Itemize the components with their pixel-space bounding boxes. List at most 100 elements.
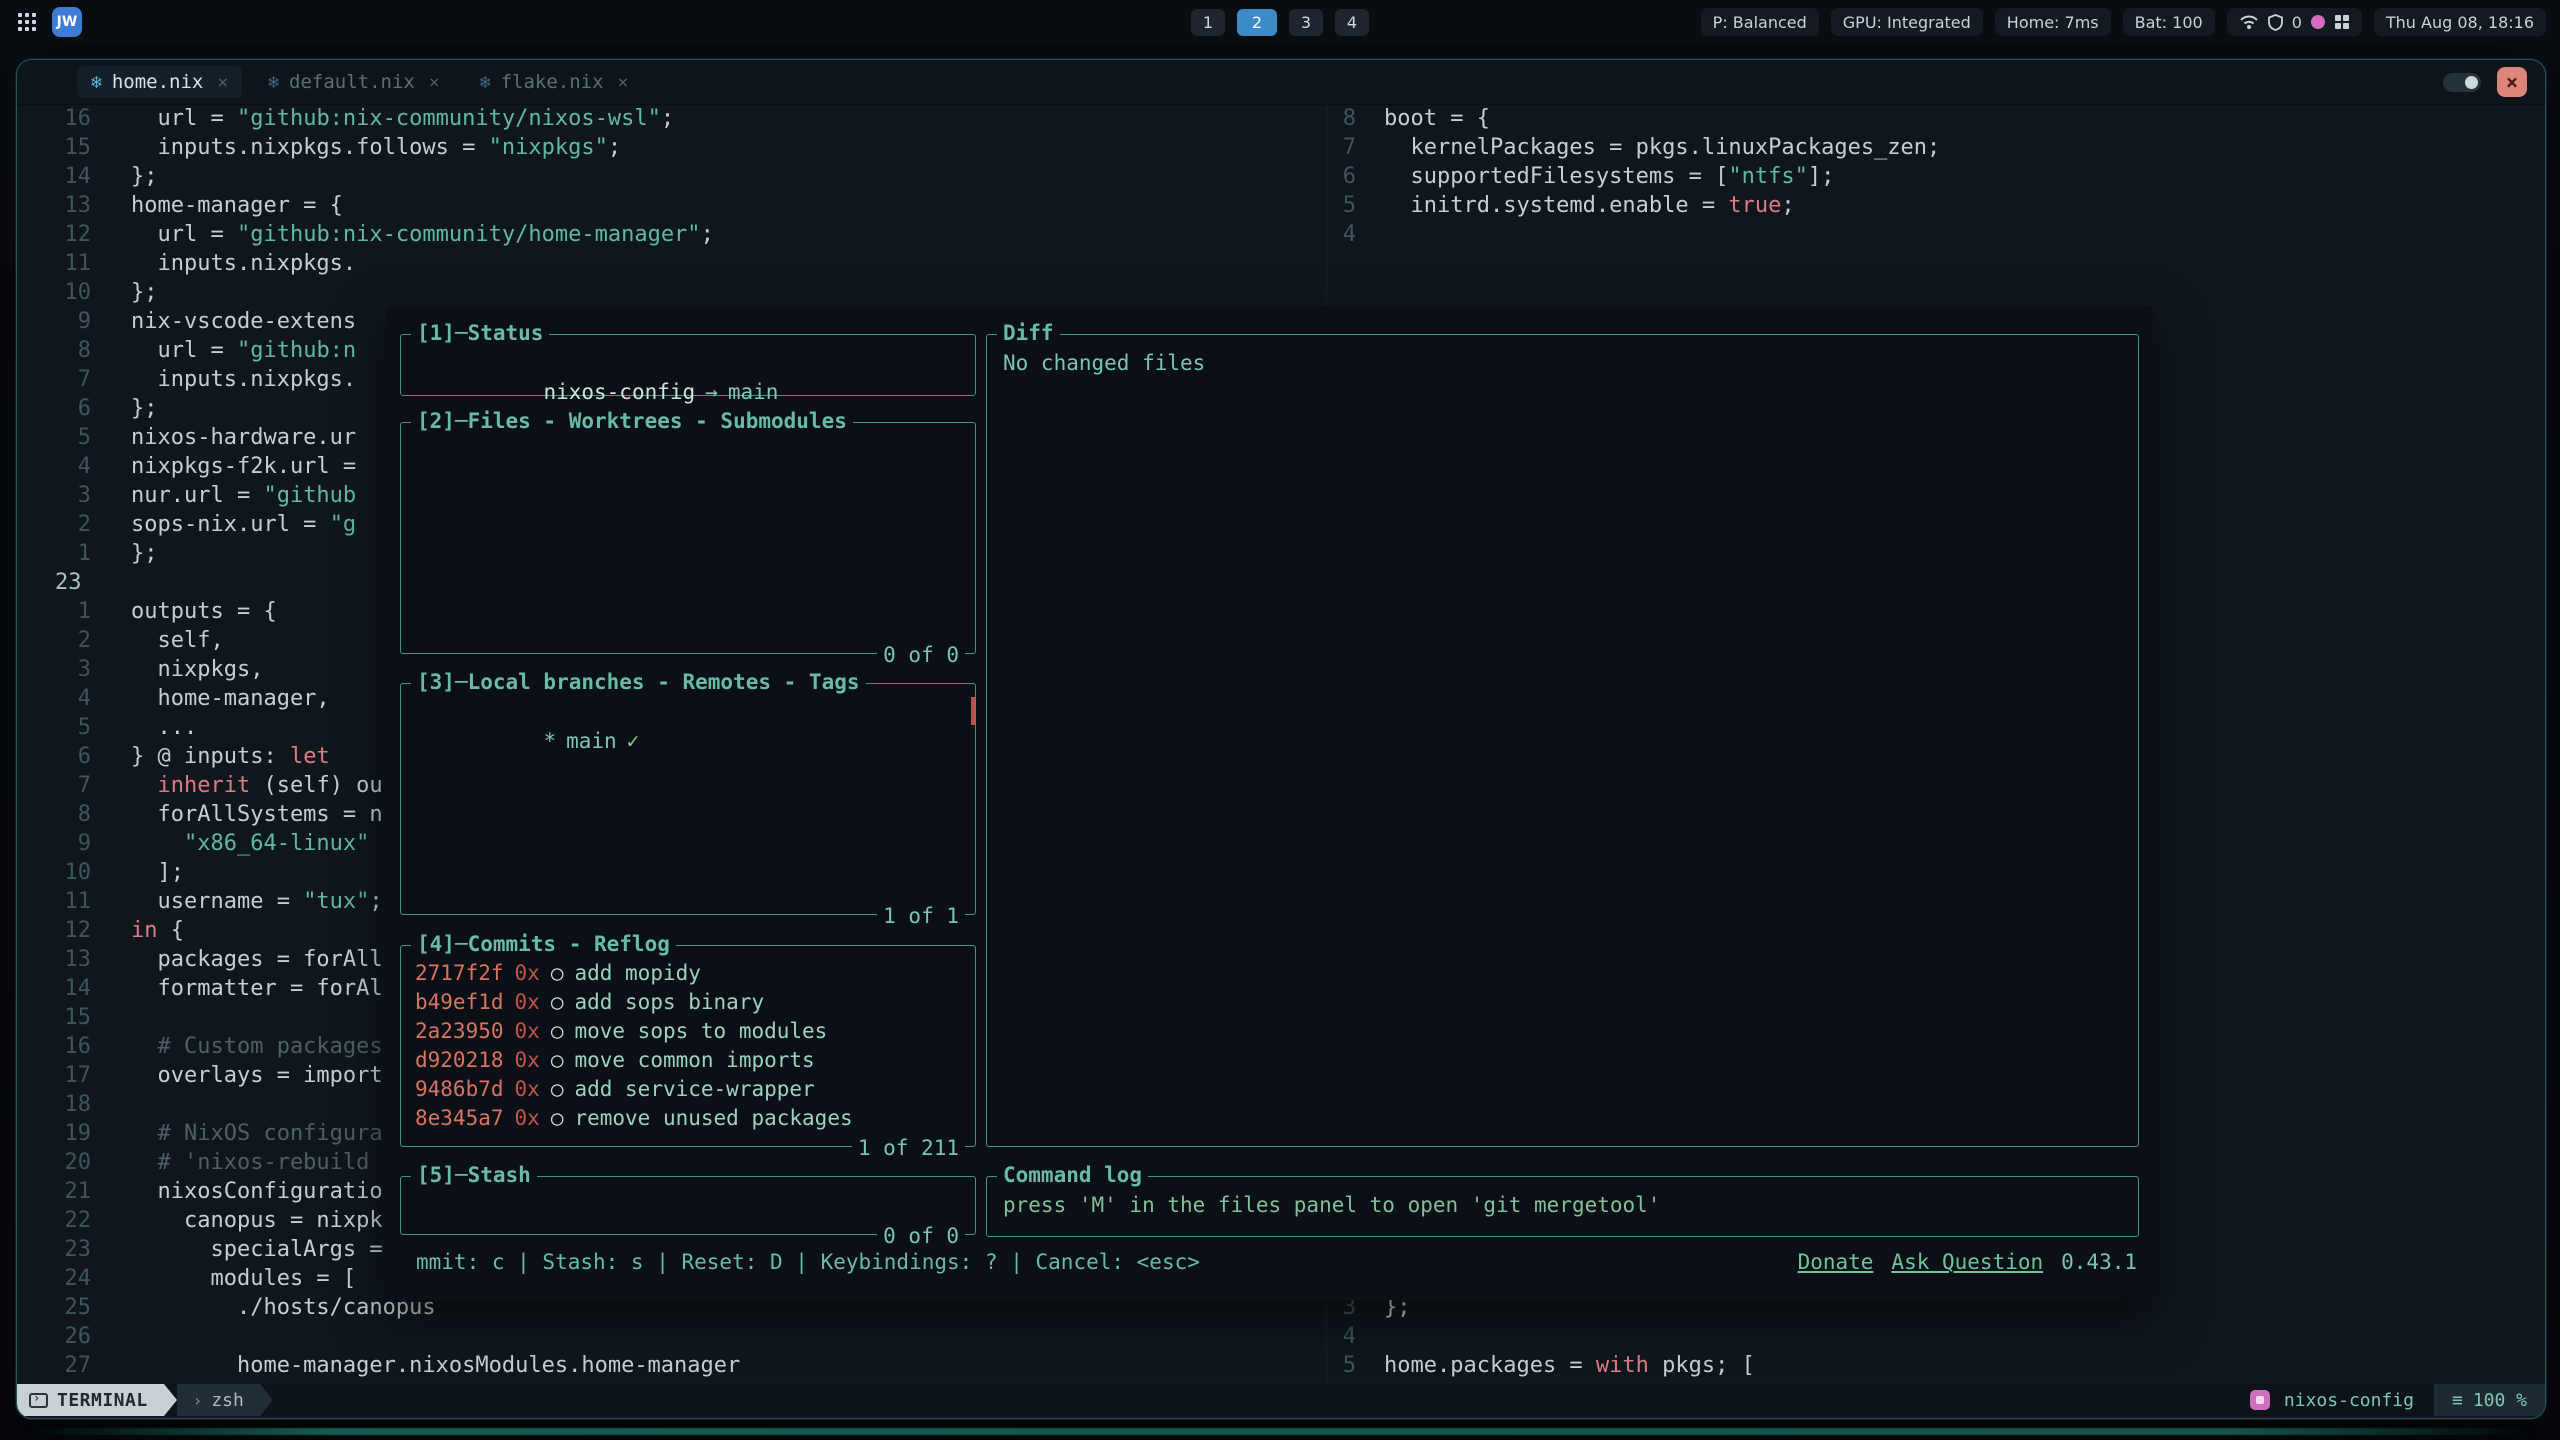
panel-commits-title: [4]─Commits - Reflog <box>411 932 676 956</box>
panel-commits[interactable]: [4]─Commits - Reflog 2717f2f0x○add mopid… <box>400 945 976 1147</box>
workspaces: 1234 <box>1191 9 1369 36</box>
command-log-content: press 'M' in the files panel to open 'gi… <box>987 1177 2138 1234</box>
code-line: 7 kernelPackages = pkgs.linuxPackages_ze… <box>1326 133 2545 162</box>
commit-node-icon: ○ <box>551 988 564 1017</box>
tab-bar: ❄home.nix×❄default.nix×❄flake.nix× <box>17 60 2545 105</box>
commit-row[interactable]: 2a239500x○move sops to modules <box>415 1017 961 1046</box>
lazygit-version: 0.43.1 <box>2061 1250 2137 1274</box>
topbar-right: P: Balanced GPU: Integrated Home: 7ms Bat: … <box>1701 8 2546 36</box>
branch-name: main <box>728 380 779 404</box>
workspace-button-1[interactable]: 1 <box>1191 9 1225 36</box>
code-line: 4 <box>1326 1322 2545 1351</box>
tray-count: 0 <box>2292 13 2302 32</box>
tab-close-icon[interactable]: × <box>618 72 629 93</box>
workspace-button-3[interactable]: 3 <box>1289 9 1323 36</box>
code-line: 5home.packages = with pkgs; [ <box>1326 1351 2545 1380</box>
nix-snowflake-icon: ❄ <box>91 72 102 93</box>
diff-content: No changed files <box>987 335 2138 392</box>
commit-row[interactable]: 9486b7d0x○add service-wrapper <box>415 1075 961 1104</box>
panel-diff-title: Diff <box>997 321 1060 345</box>
status-modules: P: Balanced GPU: Integrated Home: 7ms Bat: … <box>1701 8 2215 36</box>
tab-close-icon[interactable]: × <box>217 72 228 93</box>
mode-label: TERMINAL <box>57 1390 148 1411</box>
branches-count: 1 of 1 <box>877 904 965 928</box>
tray-grid-icon[interactable] <box>2335 15 2341 21</box>
code-line: 27 home-manager.nixosModules.home-manage… <box>17 1351 1326 1380</box>
commit-node-icon: ○ <box>551 1104 564 1133</box>
logo-badge[interactable]: JW <box>52 7 82 37</box>
status-module: GPU: Integrated <box>1831 8 1983 36</box>
code-line: 14}; <box>17 162 1326 191</box>
commit-row[interactable]: b49ef1d0x○add sops binary <box>415 988 961 1017</box>
workspace-button-2[interactable]: 2 <box>1237 9 1277 36</box>
branch-item[interactable]: *main✓ <box>401 684 975 799</box>
tab-default.nix[interactable]: ❄ default.nix × <box>254 66 454 98</box>
tab-close-icon[interactable]: × <box>429 72 440 93</box>
powerline-separator <box>260 1384 273 1416</box>
terminal-window: ❄home.nix×❄default.nix×❄flake.nix× × 16 … <box>16 59 2546 1419</box>
tray-dot-icon[interactable] <box>2311 15 2325 29</box>
mode-segment: TERMINAL <box>17 1384 164 1416</box>
wifi-icon[interactable] <box>2239 14 2259 30</box>
keybind-hints: mmit: c | Stash: s | Reset: D | Keybindi… <box>416 1250 1200 1274</box>
status-module: Bat: 100 <box>2123 8 2215 36</box>
window-controls: × <box>2443 67 2527 97</box>
panel-stash[interactable]: [5]─Stash 0 of 0 <box>400 1176 976 1235</box>
tab-label: home.nix <box>112 71 204 93</box>
scroll-percent: 100 % <box>2473 1390 2527 1411</box>
panel-command-log[interactable]: Command log press 'M' in the files panel… <box>986 1176 2139 1237</box>
workspace-button-4[interactable]: 4 <box>1335 9 1369 36</box>
status-module: Home: 7ms <box>1995 8 2111 36</box>
code-line: 4 <box>1326 220 2545 249</box>
pin-toggle[interactable] <box>2443 73 2481 92</box>
tab-label: flake.nix <box>501 71 604 93</box>
lazygit-footer: mmit: c | Stash: s | Reset: D | Keybindi… <box>416 1250 2137 1274</box>
ask-question-link[interactable]: Ask Question <box>1891 1250 2043 1274</box>
files-count: 0 of 0 <box>877 643 965 667</box>
menu-icon: ≡ <box>2452 1390 2463 1411</box>
shield-icon[interactable] <box>2268 14 2283 31</box>
tab-strip: ❄home.nix×❄default.nix×❄flake.nix× <box>77 66 642 98</box>
tab-flake.nix[interactable]: ❄flake.nix× <box>466 66 643 98</box>
panel-files-title: [2]─Files - Worktrees - Submodules <box>411 409 853 433</box>
tray: 0 <box>2227 8 2362 36</box>
tab-label: default.nix <box>289 71 415 93</box>
clock: Thu Aug 08, 18:16 <box>2374 8 2546 36</box>
close-window-button[interactable]: × <box>2497 67 2527 97</box>
donate-link[interactable]: Donate <box>1798 1250 1874 1274</box>
code-line <box>1326 278 2545 307</box>
nix-snowflake-icon: ❄ <box>268 72 279 93</box>
panel-stash-title: [5]─Stash <box>411 1163 537 1187</box>
repo-name: nixos-config <box>543 380 695 404</box>
repo-badge-icon <box>2250 1390 2270 1410</box>
status-module: P: Balanced <box>1701 8 1819 36</box>
commit-node-icon: ○ <box>551 1046 564 1075</box>
commit-row[interactable]: d9202180x○move common imports <box>415 1046 961 1075</box>
panel-files[interactable]: [2]─Files - Worktrees - Submodules 0 of … <box>400 422 976 654</box>
scroll-percent-segment: ≡ 100 % <box>2434 1384 2545 1416</box>
tab-home.nix[interactable]: ❄ home.nix × <box>77 66 242 98</box>
code-line: 26 <box>17 1322 1326 1351</box>
panel-diff[interactable]: Diff No changed files <box>986 334 2139 1147</box>
commit-node-icon: ○ <box>551 959 564 988</box>
commit-list: 2717f2f0x○add mopidyb49ef1d0x○add sops b… <box>401 946 975 1146</box>
code-line: 10}; <box>17 278 1326 307</box>
commits-scrollbar[interactable] <box>971 697 975 725</box>
code-line <box>1326 249 2545 278</box>
code-line: 12 url = "github:nix-community/home-mana… <box>17 220 1326 249</box>
statusline-right: nixos-config ≡ 100 % <box>2250 1384 2545 1416</box>
commit-row[interactable]: 2717f2f0x○add mopidy <box>415 959 961 988</box>
apps-grid-icon[interactable] <box>18 13 36 31</box>
panel-branches-title: [3]─Local branches - Remotes - Tags <box>411 670 866 694</box>
panel-status-title: [1]─Status <box>411 321 549 345</box>
code-line: 8boot = { <box>1326 104 2545 133</box>
commit-row[interactable]: 8e345a70x○remove unused packages <box>415 1104 961 1133</box>
panel-status[interactable]: [1]─Status nixos-config→main <box>400 334 976 396</box>
shell-segment: › zsh <box>177 1384 260 1416</box>
prompt-icon: › <box>193 1391 203 1410</box>
code-line: 11 inputs.nixpkgs. <box>17 249 1326 278</box>
arrow-right-icon: → <box>705 380 718 404</box>
stash-count: 0 of 0 <box>877 1224 965 1248</box>
panel-branches[interactable]: [3]─Local branches - Remotes - Tags *mai… <box>400 683 976 915</box>
check-icon: ✓ <box>627 729 640 753</box>
